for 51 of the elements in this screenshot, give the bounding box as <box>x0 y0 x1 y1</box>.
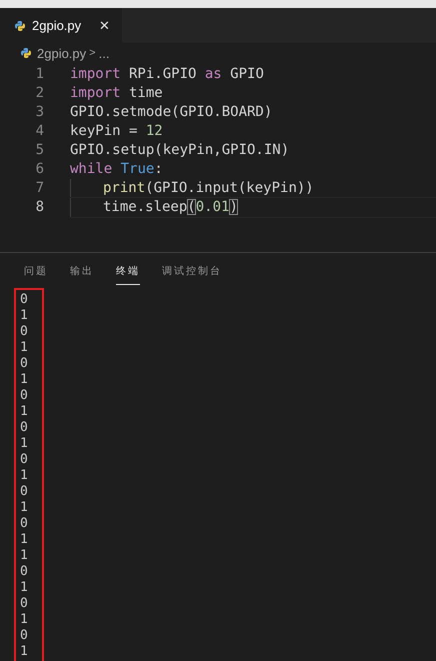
editor-tab[interactable]: 2gpio.py ✕ <box>0 8 122 43</box>
breadcrumb-item[interactable]: 2gpio.py <box>37 46 86 60</box>
panel-tab[interactable]: 问题 <box>24 256 48 285</box>
terminal-output-line: 1 <box>20 644 29 660</box>
terminal-output-line: 0 <box>20 292 29 308</box>
terminal-output-line: 0 <box>20 452 29 468</box>
python-file-icon <box>20 47 32 59</box>
code-line: print(GPIO.input(keyPin)) <box>103 179 314 198</box>
terminal-output-line: 1 <box>20 580 29 596</box>
breadcrumb-separator: > <box>89 47 96 59</box>
terminal-output-line: 0 <box>20 484 29 500</box>
code-line: import RPi.GPIO as GPIO <box>70 65 264 84</box>
line-number: 5 <box>34 141 44 160</box>
line-number: 8 <box>34 198 44 217</box>
terminal-output-line: 0 <box>20 356 29 372</box>
terminal-output-line: 0 <box>20 628 29 644</box>
terminal-output-line: 0 <box>20 596 29 612</box>
code-line: GPIO.setup(keyPin,GPIO.IN) <box>70 141 290 160</box>
terminal-output-line: 0 <box>20 516 29 532</box>
breadcrumb-item[interactable]: ... <box>98 46 110 60</box>
line-number: 4 <box>34 122 44 141</box>
python-file-icon <box>14 20 26 32</box>
terminal-output-line: 0 <box>20 420 29 436</box>
code-line: GPIO.setmode(GPIO.BOARD) <box>70 103 272 122</box>
code-line: time.sleep(0.01) <box>103 198 238 217</box>
line-number: 1 <box>34 65 44 84</box>
terminal-output-line: 0 <box>20 324 29 340</box>
terminal-output-line: 1 <box>20 468 29 484</box>
close-icon[interactable]: ✕ <box>99 18 110 33</box>
line-number: 2 <box>34 84 44 103</box>
terminal-output-line: 1 <box>20 340 29 356</box>
code-line: keyPin = 12 <box>70 122 163 141</box>
terminal-output-line: 1 <box>20 500 29 516</box>
panel-tab[interactable]: 终端 <box>116 256 140 285</box>
terminal-output-line: 1 <box>20 308 29 324</box>
code-line: import time <box>70 84 163 103</box>
terminal-output-line: 1 <box>20 612 29 628</box>
panel-tab[interactable]: 调试控制台 <box>162 256 222 285</box>
terminal-output-line: 1 <box>20 404 29 420</box>
terminal-output-line: 0 <box>20 388 29 404</box>
line-number: 7 <box>34 179 44 198</box>
line-number: 6 <box>34 160 44 179</box>
terminal-output-line: 1 <box>20 532 29 548</box>
line-number: 3 <box>34 103 44 122</box>
tab-label: 2gpio.py <box>32 18 82 33</box>
terminal-output-line: 0 <box>20 564 29 580</box>
terminal-output-line: 1 <box>20 436 29 452</box>
code-line: while True: <box>70 160 163 179</box>
terminal-output-line: 1 <box>20 372 29 388</box>
terminal-output-line: 1 <box>20 548 29 564</box>
panel-tab[interactable]: 输出 <box>70 256 94 285</box>
